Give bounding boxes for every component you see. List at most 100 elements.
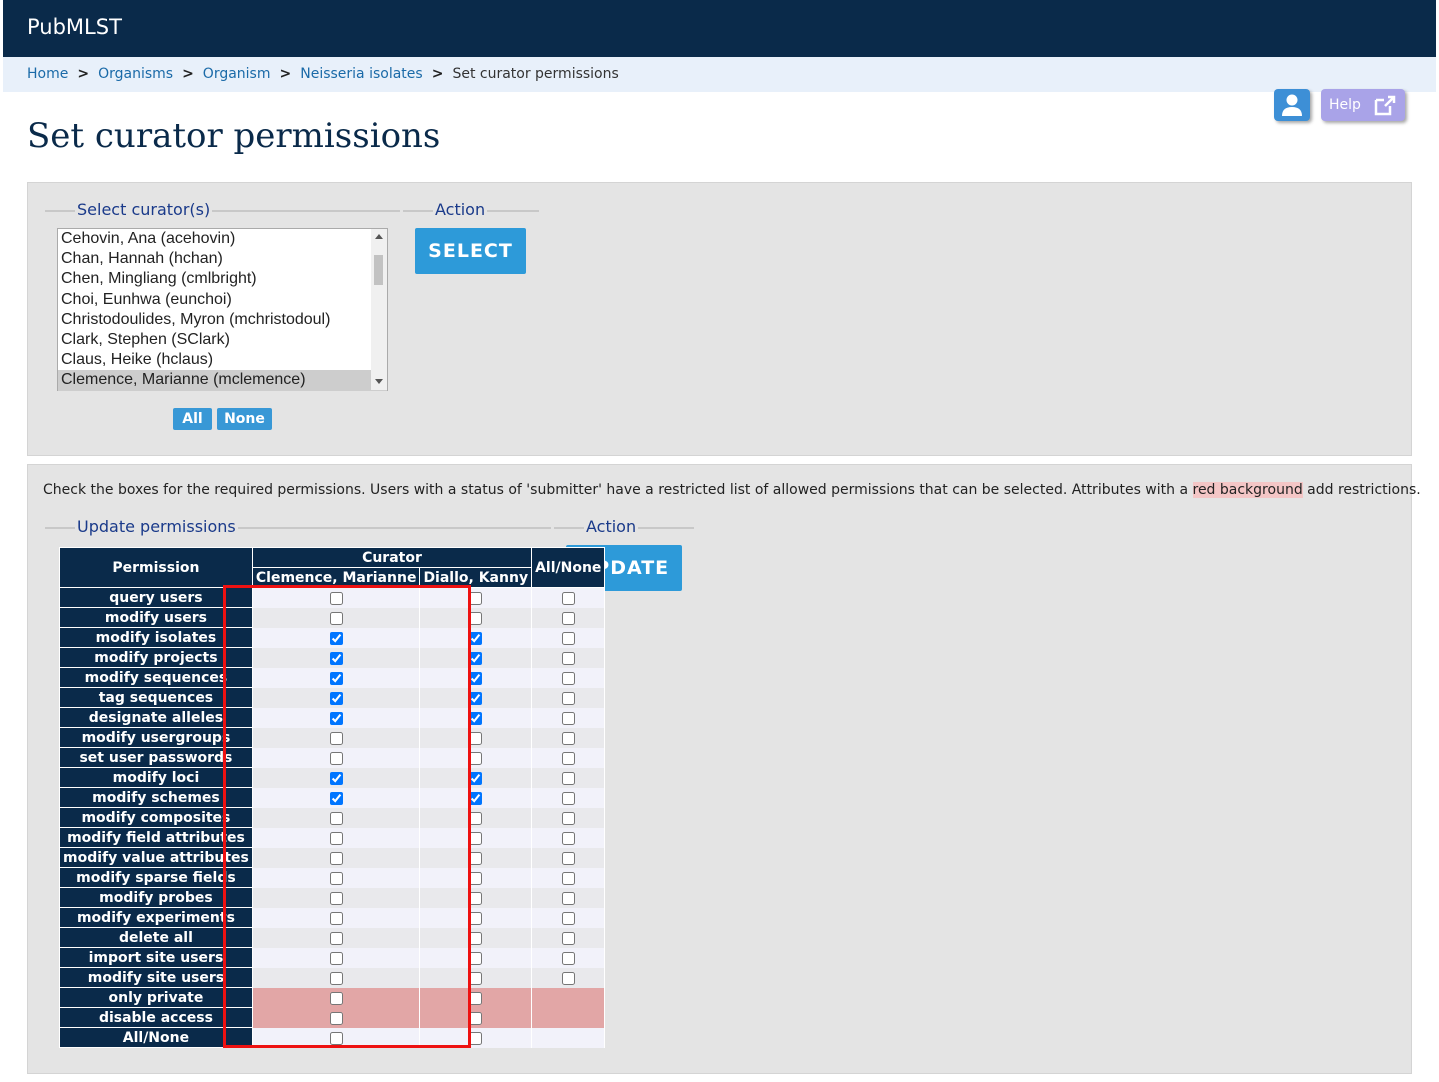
scrollbar-thumb[interactable] [374,255,383,285]
permission-checkbox[interactable] [329,1012,343,1025]
permission-checkbox[interactable] [329,712,343,725]
permission-cell [251,587,421,608]
permission-checkbox[interactable] [329,672,343,685]
permission-checkbox[interactable] [329,652,343,665]
permission-checkbox[interactable] [469,792,483,805]
breadcrumb-home[interactable]: Home [27,66,68,82]
permission-row: modify composites [59,807,606,828]
permission-checkbox[interactable] [469,772,483,785]
permission-checkbox[interactable] [329,812,343,825]
all-none-checkbox[interactable] [561,632,575,645]
breadcrumb-organism[interactable]: Organism [203,66,271,82]
permission-checkbox[interactable] [469,672,483,685]
permission-checkbox[interactable] [469,612,483,625]
permission-label: modify sparse fields [59,867,253,888]
permission-checkbox[interactable] [469,592,483,606]
permission-checkbox[interactable] [469,992,483,1005]
permission-checkbox[interactable] [469,932,483,945]
permission-checkbox[interactable] [329,732,343,745]
permission-checkbox[interactable] [329,952,343,965]
permission-checkbox[interactable] [329,752,343,765]
curator-option[interactable]: Cehovin, Ana (acehovin) [58,229,387,249]
all-none-checkbox[interactable] [561,752,575,765]
all-none-checkbox[interactable] [561,592,575,606]
all-none-checkbox[interactable] [561,792,575,805]
brand-logo[interactable]: PubMLST [27,15,122,39]
permission-checkbox[interactable] [469,692,483,705]
curator-option[interactable]: Clark, Stephen (SClark) [58,330,387,350]
all-none-checkbox[interactable] [561,812,575,825]
all-none-checkbox[interactable] [561,712,575,725]
all-none-checkbox[interactable] [561,692,575,705]
curator-option[interactable]: Claus, Heike (hclaus) [58,350,387,370]
curator-option[interactable]: Chan, Hannah (hchan) [58,249,387,269]
all-none-checkbox[interactable] [561,772,575,785]
select-button[interactable]: SELECT [415,228,526,274]
permission-checkbox[interactable] [469,812,483,825]
scroll-down-icon[interactable] [375,379,383,384]
all-none-cell [531,807,606,828]
permission-checkbox[interactable] [469,712,483,725]
all-none-checkbox[interactable] [561,832,575,845]
select-all-button[interactable]: All [173,408,212,430]
permission-checkbox[interactable] [329,612,343,625]
external-link-icon [1374,95,1396,116]
all-none-checkbox[interactable] [561,972,575,985]
permission-checkbox[interactable] [469,892,483,905]
curator-option[interactable]: Choi, Eunhwa (eunchoi) [58,290,387,310]
permission-label: modify users [59,607,253,628]
help-button[interactable]: Help [1321,89,1405,121]
permission-checkbox[interactable] [329,912,343,925]
permission-checkbox[interactable] [469,972,483,985]
permission-checkbox[interactable] [329,872,343,885]
permission-checkbox[interactable] [329,792,343,805]
all-none-checkbox[interactable] [561,612,575,625]
all-none-checkbox[interactable] [561,732,575,745]
permission-checkbox[interactable] [469,1032,483,1045]
all-none-checkbox[interactable] [561,672,575,685]
permission-cell [251,907,421,928]
all-none-checkbox[interactable] [561,952,575,965]
permission-checkbox[interactable] [329,992,343,1005]
curator-list-scrollbar[interactable] [371,229,387,390]
permission-checkbox[interactable] [469,632,483,645]
permission-label: modify projects [59,647,253,668]
permission-checkbox[interactable] [469,832,483,845]
permission-checkbox[interactable] [469,952,483,965]
user-account-button[interactable] [1274,89,1310,121]
permission-checkbox[interactable] [329,692,343,705]
breadcrumb-neisseria-isolates[interactable]: Neisseria isolates [300,66,422,82]
curator-option[interactable]: Chen, Mingliang (cmlbright) [58,269,387,289]
all-none-checkbox[interactable] [561,872,575,885]
permission-checkbox[interactable] [329,892,343,905]
select-none-button[interactable]: None [217,408,272,430]
all-none-checkbox[interactable] [561,932,575,945]
permission-checkbox[interactable] [469,912,483,925]
all-none-checkbox[interactable] [561,852,575,865]
permission-checkbox[interactable] [329,972,343,985]
permission-cell [419,807,533,828]
all-none-checkbox[interactable] [561,652,575,665]
permission-checkbox[interactable] [329,852,343,865]
curator-option-selected[interactable]: Clemence, Marianne (mclemence) [58,370,387,391]
all-none-checkbox[interactable] [561,892,575,905]
breadcrumb-organisms[interactable]: Organisms [98,66,173,82]
permission-checkbox[interactable] [329,832,343,845]
permission-checkbox[interactable] [329,772,343,785]
permission-checkbox[interactable] [469,852,483,865]
permission-checkbox[interactable] [469,1012,483,1025]
permission-checkbox[interactable] [329,1032,343,1045]
permission-checkbox[interactable] [329,632,343,645]
scroll-up-icon[interactable] [375,234,383,239]
curator-select-list[interactable]: Cehovin, Ana (acehovin) Chan, Hannah (hc… [57,228,388,391]
curator-option[interactable]: Christodoulides, Myron (mchristodoul) [58,310,387,330]
permission-checkbox[interactable] [469,872,483,885]
permission-checkbox[interactable] [329,932,343,945]
permission-checkbox[interactable] [469,752,483,765]
permission-row: only private [59,987,606,1008]
permission-checkbox[interactable] [469,732,483,745]
all-none-cell [531,727,606,748]
permission-checkbox[interactable] [469,652,483,665]
permission-checkbox[interactable] [329,592,343,606]
all-none-checkbox[interactable] [561,912,575,925]
